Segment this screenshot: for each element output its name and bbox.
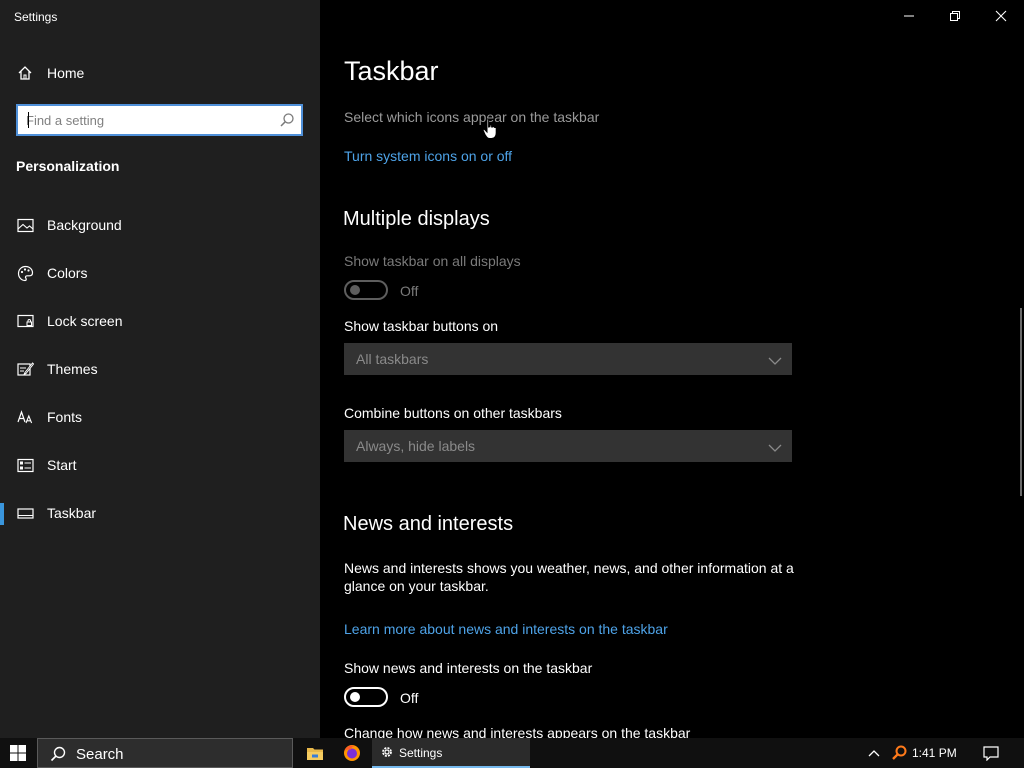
tray-search-app-button[interactable]: [890, 738, 908, 768]
firefox-button[interactable]: [340, 738, 364, 768]
firefox-icon: [344, 745, 360, 761]
show-news-label: Show news and interests on the taskbar: [344, 660, 593, 676]
scrollbar[interactable]: [1020, 308, 1022, 496]
hand-cursor-icon: [482, 118, 498, 145]
section-label-personalization: Personalization: [16, 158, 120, 174]
taskbar-settings-label: Settings: [399, 746, 443, 760]
home-icon: [16, 64, 34, 82]
taskbar: Search Settings 1:41 PM: [0, 738, 1024, 768]
file-explorer-button[interactable]: [302, 738, 328, 768]
nav-home[interactable]: Home: [0, 53, 320, 93]
minimize-icon: [904, 15, 914, 17]
taskbar-search-label: Search: [76, 746, 124, 763]
buttons-on-dropdown[interactable]: All taskbars: [344, 343, 792, 375]
sidebar-item-label: Colors: [47, 265, 88, 281]
combine-dropdown[interactable]: Always, hide labels: [344, 430, 792, 462]
show-hidden-icons-button[interactable]: [866, 738, 882, 768]
change-news-label: Change how news and interests appears on…: [344, 725, 691, 738]
multiple-displays-heading: Multiple displays: [343, 208, 490, 230]
image-icon: [16, 216, 34, 234]
page-title: Taskbar: [344, 56, 439, 86]
sidebar-item-start[interactable]: Start: [0, 445, 320, 485]
start-icon: [16, 456, 34, 474]
sidebar-item-taskbar[interactable]: Taskbar: [0, 493, 320, 533]
show-all-displays-label: Show taskbar on all displays: [344, 253, 521, 269]
restore-icon: [950, 11, 960, 21]
chevron-down-icon: [768, 440, 782, 458]
search-icon: [50, 746, 66, 767]
nav-home-label: Home: [47, 65, 85, 81]
sidebar-item-colors[interactable]: Colors: [0, 253, 320, 293]
sidebar-item-themes[interactable]: Themes: [0, 349, 320, 389]
toggle-knob: [350, 285, 360, 295]
settings-search-input[interactable]: [26, 106, 276, 134]
taskbar-search-box[interactable]: Search: [37, 738, 293, 768]
window-controls: [886, 0, 1024, 32]
show-all-displays-toggle[interactable]: [344, 280, 388, 300]
minimize-button[interactable]: [886, 0, 932, 32]
windows-logo-icon: [10, 745, 26, 761]
toggle-knob: [350, 692, 360, 702]
taskbar-clock[interactable]: 1:41 PM: [912, 746, 957, 760]
main-content: Taskbar Select which icons appear on the…: [320, 0, 1024, 738]
system-icons-link[interactable]: Turn system icons on or off: [344, 148, 512, 164]
restore-button[interactable]: [932, 0, 978, 32]
sidebar-item-background[interactable]: Background: [0, 205, 320, 245]
show-news-state: Off: [400, 690, 419, 706]
action-center-button[interactable]: [980, 738, 1002, 768]
taskbar-icon: [16, 504, 34, 522]
app-title: Settings: [14, 10, 58, 24]
sidebar-item-fonts[interactable]: Fonts: [0, 397, 320, 437]
close-icon: [995, 10, 1007, 22]
combine-label: Combine buttons on other taskbars: [344, 405, 562, 421]
gear-icon: [380, 745, 394, 764]
folder-icon: [307, 747, 323, 760]
sidebar-item-lock-screen[interactable]: Lock screen: [0, 301, 320, 341]
news-learn-more-link[interactable]: Learn more about news and interests on t…: [344, 621, 668, 637]
search-icon[interactable]: [279, 112, 295, 133]
sidebar-item-label: Fonts: [47, 409, 83, 425]
sidebar-item-label: Lock screen: [47, 313, 123, 329]
close-button[interactable]: [978, 0, 1024, 32]
active-indicator: [0, 503, 4, 525]
sidebar-item-label: Background: [47, 217, 122, 233]
sidebar-item-label: Taskbar: [47, 505, 97, 521]
dropdown-value: Always, hide labels: [356, 438, 476, 454]
news-description-line2: glance on your taskbar.: [344, 578, 489, 594]
show-all-displays-state: Off: [400, 283, 419, 299]
settings-search-box[interactable]: [16, 104, 303, 136]
news-description-line1: News and interests shows you weather, ne…: [344, 560, 794, 576]
sidebar-item-label: Start: [47, 457, 77, 473]
palette-icon: [16, 264, 34, 282]
sidebar: Settings Home Personalization Background…: [0, 0, 320, 738]
notification-icon: [983, 745, 999, 761]
dropdown-value: All taskbars: [356, 351, 429, 367]
magnifier-app-icon: [892, 745, 907, 760]
chevron-up-icon: [868, 750, 880, 757]
text-caret: [28, 112, 29, 128]
show-news-toggle[interactable]: [344, 687, 388, 707]
themes-icon: [16, 360, 34, 378]
buttons-on-label: Show taskbar buttons on: [344, 318, 499, 334]
lock-screen-icon: [16, 312, 34, 330]
start-button[interactable]: [0, 738, 36, 768]
fonts-icon: [16, 408, 34, 426]
taskbar-settings-button[interactable]: Settings: [372, 738, 530, 768]
chevron-down-icon: [768, 353, 782, 371]
news-heading: News and interests: [343, 513, 514, 535]
sidebar-item-label: Themes: [47, 361, 98, 377]
icons-description: Select which icons appear on the taskbar: [344, 109, 600, 125]
